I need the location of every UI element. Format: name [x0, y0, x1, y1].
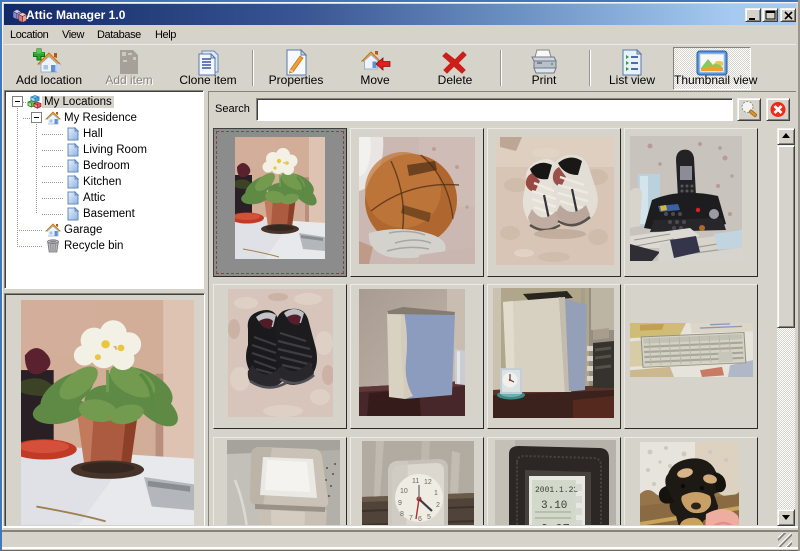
- svg-text:1: 1: [434, 490, 438, 497]
- svg-text:11: 11: [412, 478, 419, 485]
- svg-text:8: 8: [400, 511, 404, 518]
- svg-text:2: 2: [436, 502, 440, 509]
- svg-text:7: 7: [409, 515, 413, 522]
- svg-text:12: 12: [424, 479, 432, 486]
- svg-text:5: 5: [427, 514, 431, 521]
- svg-text:9.07: 9.07: [541, 522, 570, 525]
- svg-text:6: 6: [418, 516, 422, 523]
- svg-text:2001.1.23: 2001.1.23: [535, 486, 578, 495]
- svg-text:3.10: 3.10: [541, 500, 567, 512]
- svg-text:10: 10: [400, 488, 408, 495]
- svg-text:9: 9: [398, 500, 402, 507]
